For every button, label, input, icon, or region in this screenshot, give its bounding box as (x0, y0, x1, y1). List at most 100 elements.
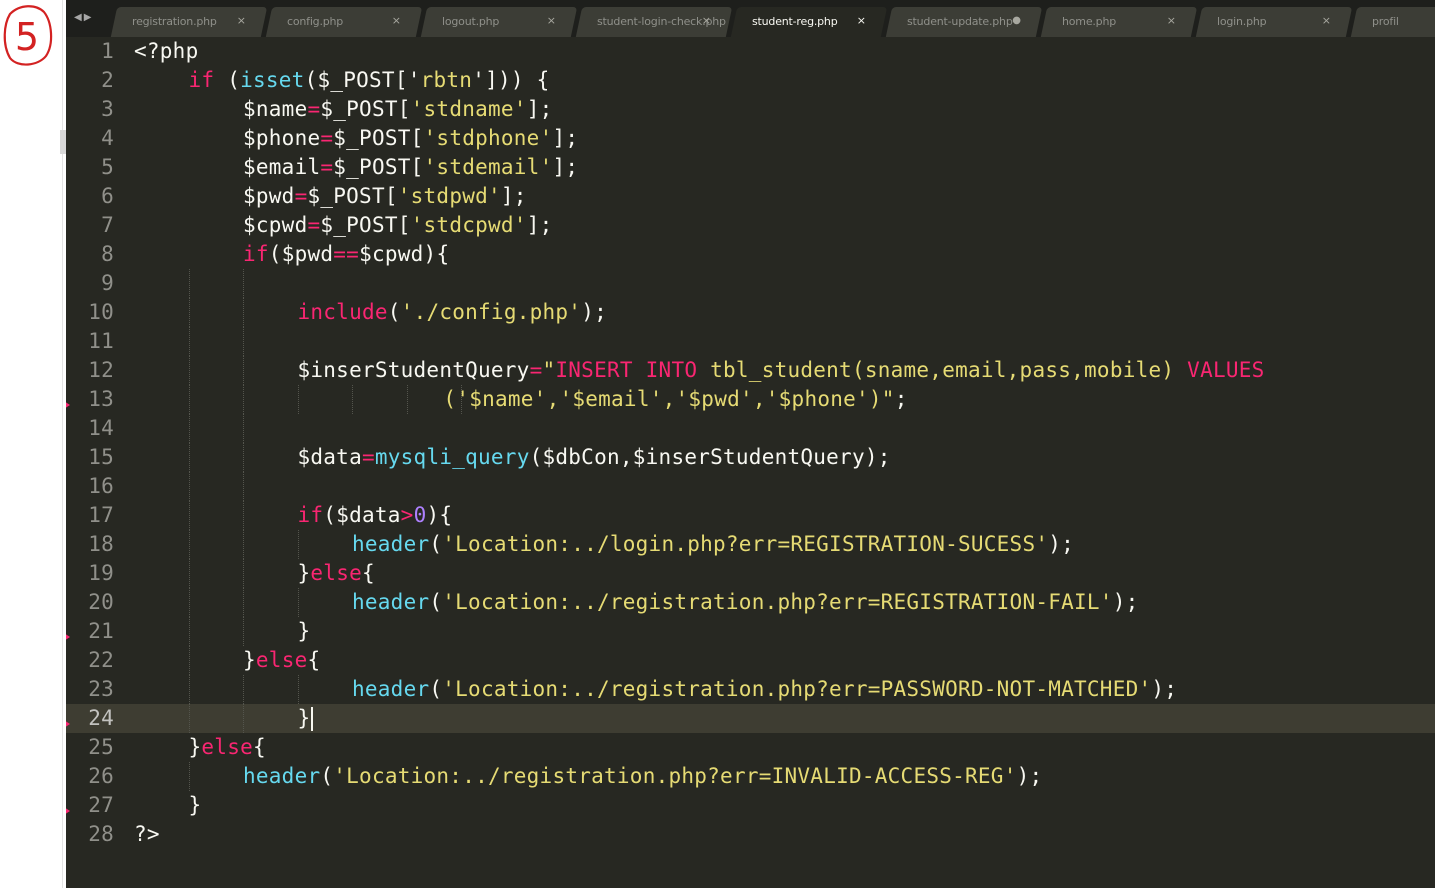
code-line[interactable]: 9 (66, 269, 1435, 298)
line-number: 23 (88, 677, 114, 701)
indent-guide (297, 530, 299, 559)
code-text: $email=$_POST['stdemail']; (243, 153, 578, 182)
tab-content: student-login-check.php × (579, 7, 729, 37)
code-line[interactable]: 11 (66, 327, 1435, 356)
code-token: { (252, 735, 266, 759)
code-line[interactable]: 22}else{ (66, 646, 1435, 675)
code-token: header (352, 590, 430, 614)
close-icon[interactable]: × (547, 14, 556, 28)
code-line[interactable]: 19}else{ (66, 559, 1435, 588)
indent-guide (188, 646, 190, 675)
code-line[interactable]: 13 ('$name','$email','$pwd','$phone')"; (66, 385, 1435, 414)
code-token: include (297, 300, 388, 324)
code-line[interactable]: 3 $name=$_POST['stdname']; (66, 95, 1435, 124)
tab-logout[interactable]: logout.php × (420, 7, 578, 37)
code-line[interactable]: 5 $email=$_POST['stdemail']; (66, 153, 1435, 182)
code-text: $inserStudentQuery="INSERT INTO tbl_stud… (298, 356, 1265, 385)
code-line[interactable]: 16 (66, 472, 1435, 501)
code-line[interactable]: 28 ?> (66, 820, 1435, 849)
code-line[interactable]: 24} (66, 704, 1435, 733)
code-token: $_POST (320, 97, 398, 121)
tab-student-login-check[interactable]: student-login-check.php × (575, 7, 733, 37)
tab-student-update[interactable]: student-update.php ● (885, 7, 1043, 37)
tab-config[interactable]: config.php × (265, 7, 423, 37)
indent-guide (188, 356, 190, 385)
line-number: 9 (101, 271, 114, 295)
code-line[interactable]: 15 $data=mysqli_query($dbCon,$inserStuden… (66, 443, 1435, 472)
code-line[interactable]: 27} (66, 791, 1435, 820)
tab-nav-arrows[interactable]: ◀▶ (74, 8, 104, 28)
tab-student-reg[interactable]: student-reg.php × (730, 7, 888, 37)
code-editor[interactable]: ◀▶ registration.php × config.php × logout.ph… (66, 0, 1435, 888)
code-token: header (352, 677, 430, 701)
indent-guide (188, 443, 190, 472)
code-line[interactable]: 18 header('Location:../login.php?err=REGI… (66, 530, 1435, 559)
code-text: $pwd=$_POST['stdpwd']; (243, 182, 527, 211)
tab-home[interactable]: home.php × (1040, 7, 1198, 37)
code-token: ( (323, 503, 337, 527)
code-token: 'Location:../registration.php?err=REGIST… (442, 590, 1113, 614)
close-icon[interactable]: × (237, 14, 246, 28)
code-token: $name (243, 97, 308, 121)
code-token: 'Location:../login.php?err=REGISTRATION-… (442, 532, 1049, 556)
code-area[interactable]: 1 <?php 2 if (isset($_POST['rbtn'])) {3 $nam… (66, 37, 1435, 849)
code-line[interactable]: 17 if($data>0){ (66, 501, 1435, 530)
code-token: else (255, 648, 308, 672)
code-token: INSERT (555, 358, 633, 382)
line-number: 18 (88, 532, 114, 556)
code-token: { (307, 648, 321, 672)
tab-label: student-reg.php (752, 15, 838, 28)
code-line[interactable]: 1 <?php (66, 37, 1435, 66)
code-text: <?php (134, 37, 198, 66)
code-line[interactable]: 10 include('./config.php'); (66, 298, 1435, 327)
code-token: $pwd (281, 242, 334, 266)
code-line[interactable]: 2 if (isset($_POST['rbtn'])) { (66, 66, 1435, 95)
tab-registration[interactable]: registration.php × (110, 7, 268, 37)
code-line[interactable]: 14 (66, 414, 1435, 443)
code-text: }else{ (243, 646, 320, 675)
code-token: ( (268, 242, 282, 266)
indent-guide (188, 298, 190, 327)
code-token: = (320, 126, 334, 150)
code-line[interactable]: 6 $pwd=$_POST['stdpwd']; (66, 182, 1435, 211)
code-text: include('./config.php'); (298, 298, 607, 327)
code-token: isset (240, 68, 305, 92)
code-line[interactable]: 25}else{ (66, 733, 1435, 762)
indent-guide (188, 414, 190, 443)
code-line[interactable]: 21} (66, 617, 1435, 646)
line-number: 8 (101, 242, 114, 266)
indent-guide (243, 269, 244, 298)
code-token: = (320, 155, 334, 179)
tab-login[interactable]: login.php × (1195, 7, 1353, 37)
code-token: if (297, 503, 324, 527)
unsaved-dot-icon[interactable]: ● (1012, 14, 1021, 28)
line-number: 11 (88, 329, 114, 353)
code-line[interactable]: 20 header('Location:../registration.php?e… (66, 588, 1435, 617)
tab-label: config.php (287, 15, 344, 28)
code-token: 0 (413, 503, 427, 527)
code-line[interactable]: 7 $cpwd=$_POST['stdcpwd']; (66, 211, 1435, 240)
close-icon[interactable]: × (702, 14, 711, 28)
tab-content: student-reg.php × (734, 7, 884, 37)
code-line[interactable]: 23 header('Location:../registration.php?e… (66, 675, 1435, 704)
code-token: <?php (134, 39, 199, 63)
code-line[interactable]: 12 $inserStudentQuery="INSERT INTO tbl_st… (66, 356, 1435, 385)
close-icon[interactable]: × (1167, 14, 1176, 28)
code-token: ( (429, 590, 443, 614)
code-token: $_POST (317, 68, 395, 92)
tab-profil[interactable]: profil (1350, 7, 1435, 37)
close-icon[interactable]: × (857, 14, 866, 28)
code-token: ( (429, 677, 443, 701)
code-line[interactable]: 8 if($pwd==$cpwd){ (66, 240, 1435, 269)
indent-guide (243, 298, 244, 327)
close-icon[interactable]: × (1322, 14, 1331, 28)
code-text: header('Location:../registration.php?err… (243, 762, 1042, 791)
code-line[interactable]: 26 header('Location:../registration.php?e… (66, 762, 1435, 791)
code-token: , (619, 445, 633, 469)
tab-content: registration.php × (114, 7, 264, 37)
code-token: ; (894, 387, 908, 411)
code-text: } (189, 791, 202, 820)
code-line[interactable]: 4 $phone=$_POST['stdphone']; (66, 124, 1435, 153)
close-icon[interactable]: × (392, 14, 401, 28)
circled-number-annotation: 5 (3, 5, 53, 66)
